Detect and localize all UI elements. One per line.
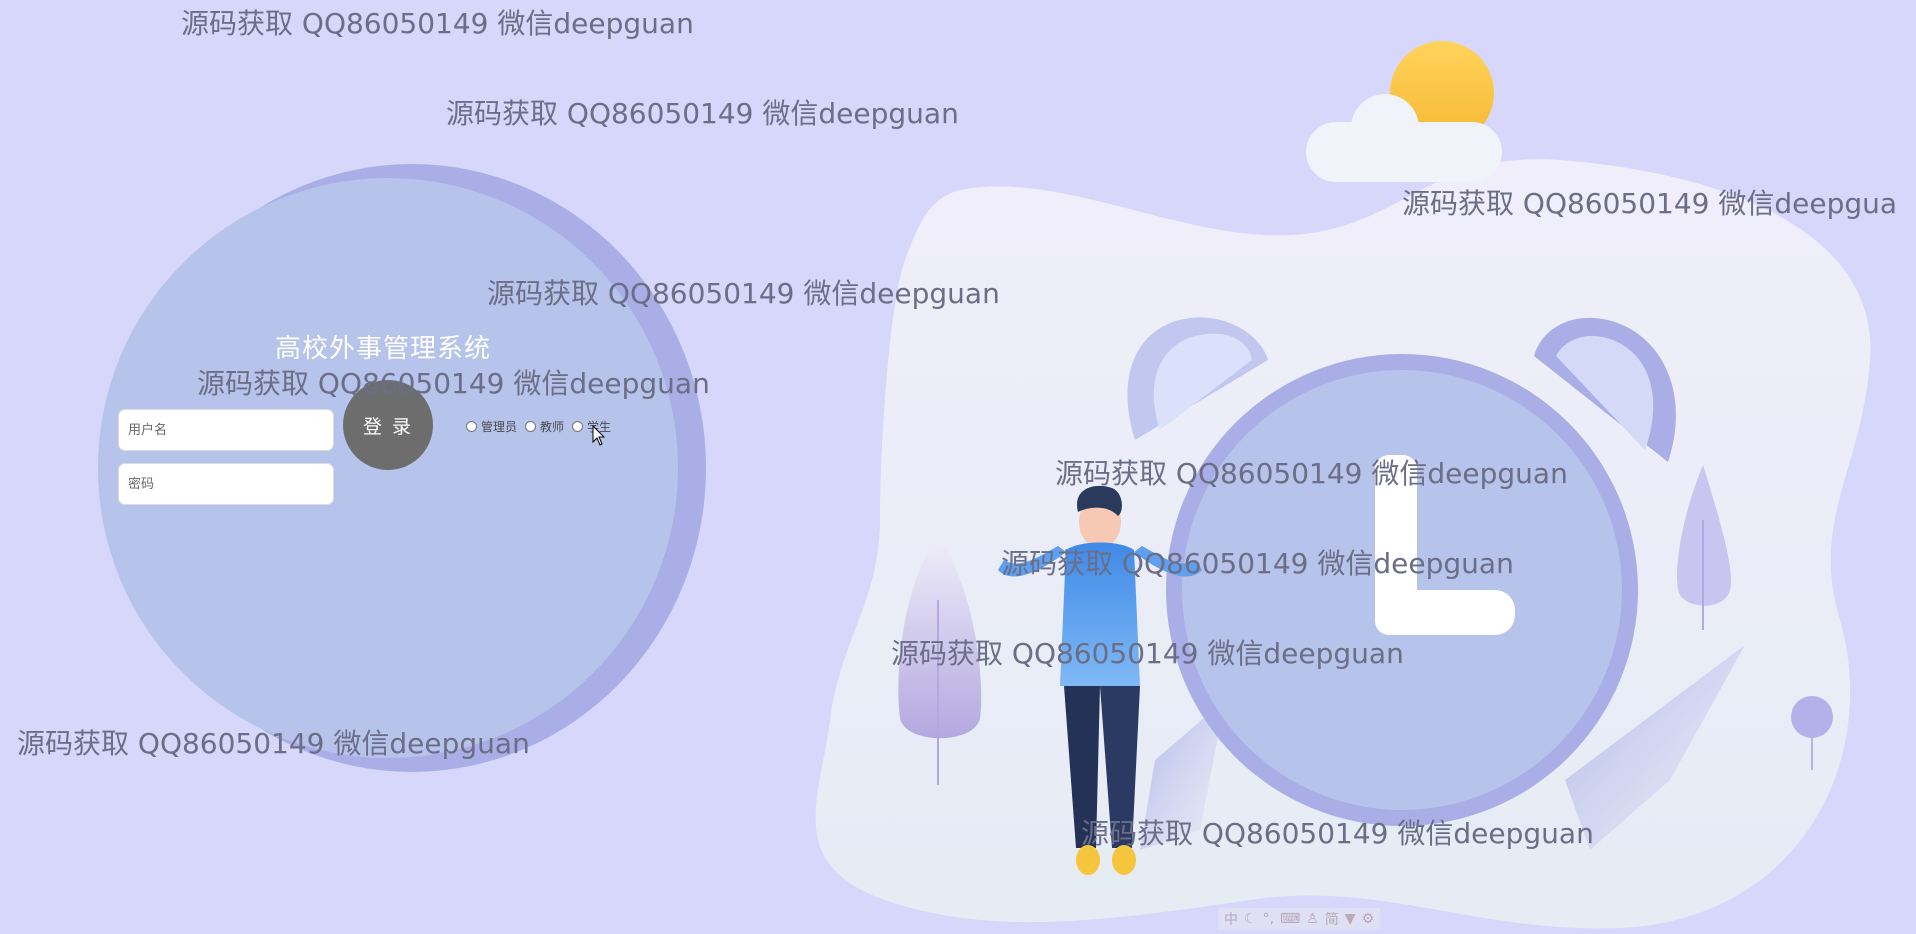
username-input[interactable] [118,409,334,451]
ime-simplified-label[interactable]: 简 [1325,909,1339,929]
skin-icon[interactable]: ▼ [1345,911,1356,927]
watermark-text: 源码获取 QQ86050149 微信deepguan [1055,457,1568,490]
watermark-text: 源码获取 QQ86050149 微信deepguan [891,637,1404,670]
punctuation-icon[interactable]: °, [1263,911,1274,927]
watermark-text: 源码获取 QQ86050149 微信deepguan [446,97,959,130]
page-title: 高校外事管理系统 [275,334,492,364]
watermark-text: 源码获取 QQ86050149 微信deepguan [197,367,710,400]
radio-icon[interactable] [525,421,537,432]
watermark-text: 源码获取 QQ86050149 微信deepguan [17,727,530,760]
ime-mode-label[interactable]: 中 [1224,909,1238,929]
keyboard-icon[interactable]: ⌨ [1280,911,1300,927]
role-option-admin[interactable]: 管理员 [466,418,517,435]
radio-icon[interactable] [572,421,584,432]
watermark-text: 源码获取 QQ86050149 微信deepguan [487,277,1000,310]
watermark-text: 源码获取 QQ86050149 微信deepguan [1081,817,1594,850]
watermark-text: 源码获取 QQ86050149 微信deepguan [1001,547,1514,580]
gear-icon[interactable]: ⚙ [1362,911,1375,927]
role-label: 管理员 [481,420,518,434]
moon-icon[interactable]: ☾ [1244,911,1257,927]
watermark-text: 源码获取 QQ86050149 微信deepguan [181,7,694,40]
role-option-teacher[interactable]: 教师 [525,418,564,435]
cursor-icon [592,425,606,446]
role-label: 教师 [540,420,565,434]
watermark-text: 源码获取 QQ86050149 微信deepgua [1402,187,1898,220]
ime-toolbar[interactable]: 中 ☾ °, ⌨ ♙ 简 ▼ ⚙ [1218,908,1381,930]
password-input[interactable] [118,463,334,505]
person-icon[interactable]: ♙ [1306,911,1319,927]
radio-icon[interactable] [466,421,477,432]
